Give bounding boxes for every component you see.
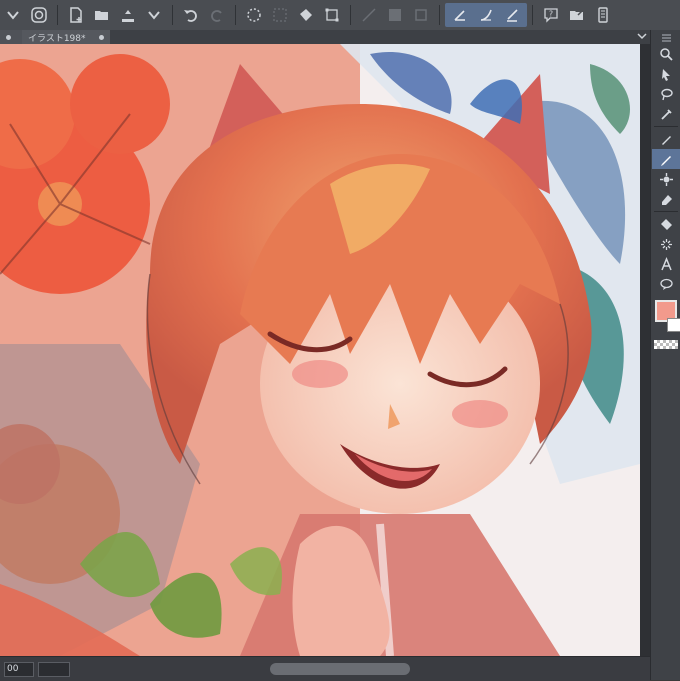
status-bar: 00 bbox=[0, 656, 650, 681]
save-options-chevron-icon[interactable] bbox=[142, 3, 166, 27]
pen-tool-icon[interactable] bbox=[652, 129, 680, 149]
tool-panel bbox=[650, 30, 680, 680]
panel-divider bbox=[654, 126, 678, 127]
tab-dot-icon bbox=[6, 34, 11, 40]
tab-active-canvas[interactable]: イラスト198* bbox=[22, 30, 110, 44]
undo-icon[interactable] bbox=[179, 3, 203, 27]
brush-snap-icon[interactable] bbox=[474, 3, 498, 27]
command-bar: ? bbox=[0, 0, 680, 31]
text-tool-icon[interactable] bbox=[652, 254, 680, 274]
eraser-tool-icon[interactable] bbox=[652, 189, 680, 209]
vertical-scrollbar[interactable] bbox=[640, 44, 650, 656]
new-canvas-icon[interactable] bbox=[64, 3, 88, 27]
pen-snap-group bbox=[445, 3, 527, 27]
illustration bbox=[0, 44, 640, 656]
scrollbar-thumb[interactable] bbox=[270, 663, 410, 675]
deselect-icon[interactable] bbox=[268, 3, 292, 27]
brush-tool-icon[interactable] bbox=[652, 169, 680, 189]
zoom-slider[interactable] bbox=[38, 661, 70, 677]
fill-tool-icon[interactable] bbox=[652, 214, 680, 234]
grid-snap-icon[interactable] bbox=[383, 3, 407, 27]
pencil-tool-icon[interactable] bbox=[652, 149, 680, 169]
svg-text:?: ? bbox=[549, 10, 553, 19]
open-file-icon[interactable] bbox=[90, 3, 114, 27]
horizontal-scrollbar[interactable] bbox=[80, 663, 640, 675]
redo-icon[interactable] bbox=[205, 3, 229, 27]
ruler-snap-icon[interactable] bbox=[357, 3, 381, 27]
toolbar-divider bbox=[350, 5, 351, 25]
drawing-canvas[interactable] bbox=[0, 44, 640, 656]
fill-bucket-icon[interactable] bbox=[294, 3, 318, 27]
selection-spinner-icon[interactable] bbox=[242, 3, 266, 27]
canvas-tab-bar: イラスト198* bbox=[0, 30, 650, 45]
tab-previous[interactable] bbox=[0, 30, 22, 44]
sub-color-swatch[interactable] bbox=[667, 318, 680, 332]
toolbar-divider bbox=[235, 5, 236, 25]
transform-icon[interactable] bbox=[320, 3, 344, 27]
tab-close-dot-icon[interactable] bbox=[99, 34, 104, 40]
line-snap-icon[interactable] bbox=[500, 3, 524, 27]
panel-divider bbox=[654, 211, 678, 212]
eyedropper-tool-icon[interactable] bbox=[652, 104, 680, 124]
special-ruler-snap-icon[interactable] bbox=[409, 3, 433, 27]
lasso-tool-icon[interactable] bbox=[652, 84, 680, 104]
help-icon[interactable]: ? bbox=[539, 3, 563, 27]
panel-menu-icon[interactable] bbox=[652, 30, 680, 44]
move-tool-icon[interactable] bbox=[652, 64, 680, 84]
toolbar-divider bbox=[439, 5, 440, 25]
zoom-tool-icon[interactable] bbox=[652, 44, 680, 64]
open-folder-icon[interactable] bbox=[565, 3, 589, 27]
toolbar-divider bbox=[172, 5, 173, 25]
menu-chevron-icon[interactable] bbox=[1, 3, 25, 27]
device-icon[interactable] bbox=[591, 3, 615, 27]
tab-title: イラスト198* bbox=[28, 33, 86, 44]
app-logo-icon[interactable] bbox=[27, 3, 51, 27]
save-icon[interactable] bbox=[116, 3, 140, 27]
tab-collapse-chevron-icon[interactable] bbox=[636, 30, 648, 45]
gradient-tool-icon[interactable] bbox=[652, 234, 680, 254]
toolbar-divider bbox=[57, 5, 58, 25]
zoom-field[interactable]: 00 bbox=[4, 661, 34, 677]
balloon-tool-icon[interactable] bbox=[652, 274, 680, 294]
toolbar-divider bbox=[532, 5, 533, 25]
transparent-color-swatch[interactable] bbox=[654, 340, 678, 349]
pen-snap-icon[interactable] bbox=[448, 3, 472, 27]
